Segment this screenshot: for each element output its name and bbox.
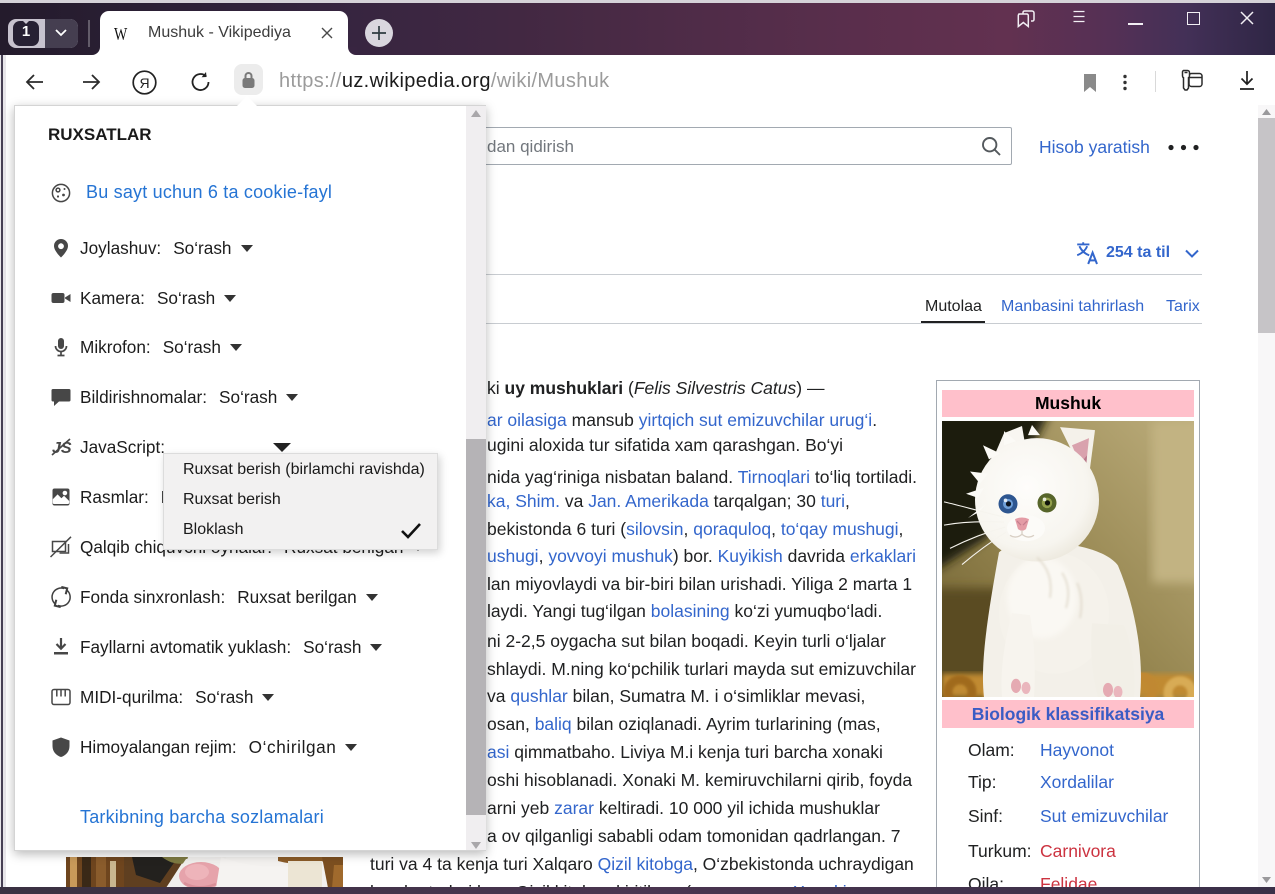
- svg-text:JS: JS: [52, 440, 72, 457]
- svg-text:R: R: [139, 75, 149, 91]
